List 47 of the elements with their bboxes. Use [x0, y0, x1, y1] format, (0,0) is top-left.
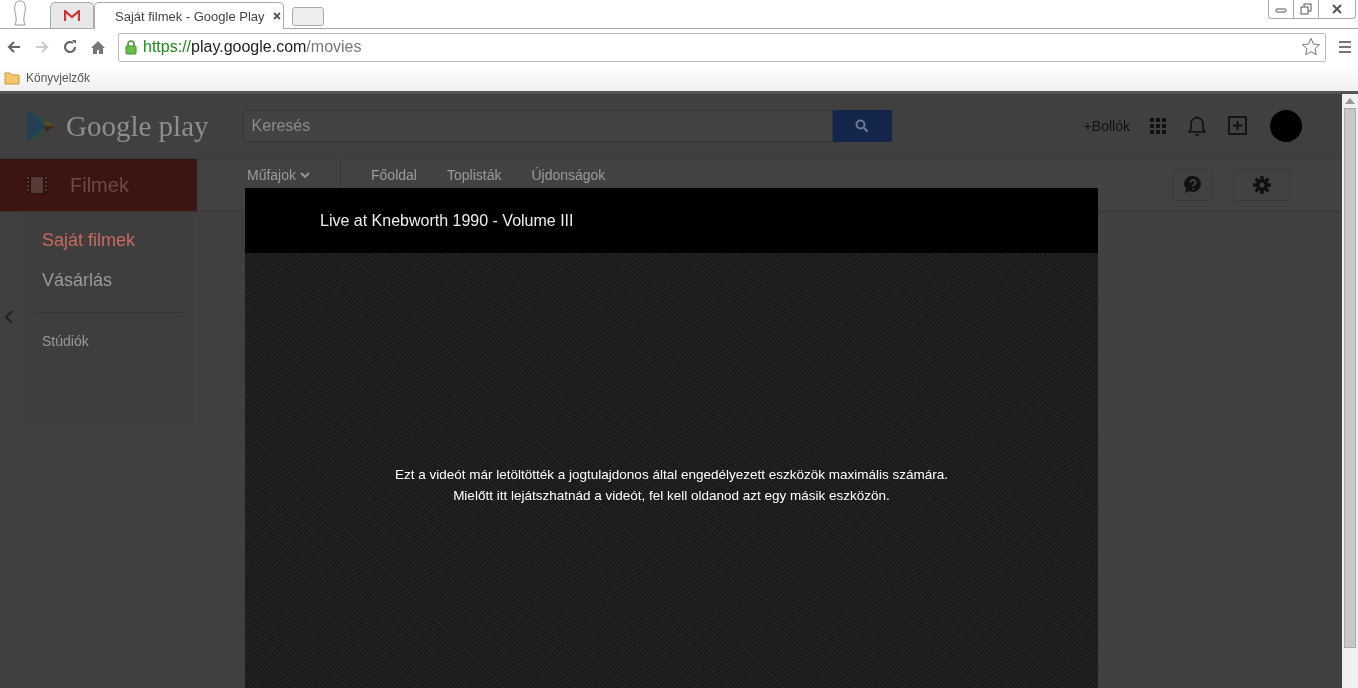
- address-bar[interactable]: https://play.google.com/movies: [118, 32, 1326, 62]
- search-field[interactable]: Keresés: [242, 110, 833, 142]
- video-title: Live at Knebworth 1990 - Volume III: [320, 211, 574, 230]
- close-icon[interactable]: [272, 12, 281, 20]
- browser-tab[interactable]: Saját filmek - Google Play: [94, 2, 284, 29]
- forward-icon[interactable]: [34, 39, 50, 55]
- search-button[interactable]: [832, 110, 892, 142]
- lock-icon: [125, 39, 137, 55]
- tab-title: Saját filmek - Google Play: [115, 8, 265, 24]
- menu-icon[interactable]: [1338, 40, 1352, 54]
- restore-icon: [1300, 3, 1312, 15]
- url-text: https://play.google.com/movies: [143, 38, 362, 56]
- add-box-icon[interactable]: [1228, 116, 1248, 136]
- play-logo-icon[interactable]: [26, 108, 56, 144]
- nav-link[interactable]: Főoldal: [371, 167, 417, 183]
- chevron-down-icon: [300, 172, 311, 178]
- back-icon[interactable]: [6, 39, 22, 55]
- reload-icon[interactable]: [62, 39, 78, 55]
- browser-tab[interactable]: [50, 2, 94, 28]
- close-icon: [1331, 3, 1343, 15]
- star-icon[interactable]: [1301, 37, 1321, 57]
- help-icon: [1183, 175, 1203, 195]
- collapse-chevron-icon[interactable]: [5, 310, 13, 324]
- scroll-up-arrow-icon[interactable]: [1345, 98, 1355, 104]
- bookmark-folder[interactable]: Könyvjelzők: [26, 71, 91, 85]
- nav-link[interactable]: Műfajok: [247, 167, 311, 183]
- nav-link[interactable]: Toplisták: [446, 167, 502, 183]
- mail-icon: [64, 9, 80, 22]
- logo-text[interactable]: Google play: [66, 109, 209, 143]
- error-message: Ezt a videót már letöltötték a jogtulajdonos által engedélyezett eszközök maximális számára. Mielőtt itt lejátszhatnád a videót, fel kell oldanod azt egy másik eszközön.: [395, 466, 948, 505]
- settings-button[interactable]: [1233, 169, 1290, 201]
- sidebar-item[interactable]: Saját filmek: [42, 228, 183, 268]
- new-tab-button[interactable]: [292, 7, 324, 26]
- nav-link[interactable]: Újdonságok: [531, 167, 606, 183]
- help-button[interactable]: [1173, 169, 1213, 201]
- sidebar-item[interactable]: Vásárlás: [42, 268, 183, 308]
- scrollbar-thumb[interactable]: [1344, 108, 1356, 648]
- film-icon: [26, 176, 48, 194]
- sidebar-item[interactable]: Stúdiók: [42, 323, 183, 366]
- scrollbar[interactable]: [1342, 94, 1358, 688]
- bell-icon[interactable]: [1188, 115, 1206, 137]
- avatar[interactable]: [1270, 110, 1302, 142]
- search-icon: [855, 119, 870, 133]
- apps-grid-icon[interactable]: [1150, 118, 1166, 134]
- folder-icon: [4, 71, 20, 85]
- settings-icon: [1251, 175, 1272, 195]
- home-icon[interactable]: [90, 39, 106, 55]
